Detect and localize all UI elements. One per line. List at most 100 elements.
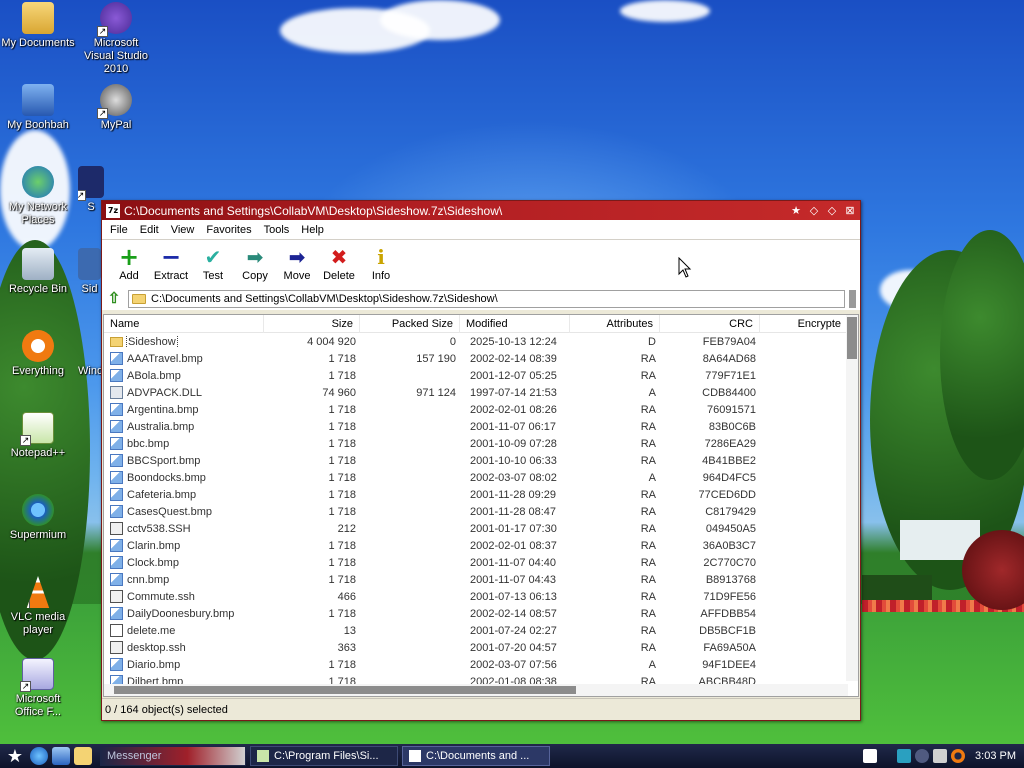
- table-row[interactable]: Boondocks.bmp 1 718 2002-03-07 08:02 A 964D4…: [104, 469, 858, 486]
- txt-file-icon: [110, 624, 123, 637]
- column-name[interactable]: Name: [104, 315, 264, 333]
- table-row[interactable]: cnn.bmp 1 718 2001-11-07 04:43 RA B8913768: [104, 571, 858, 588]
- table-row[interactable]: DailyDoonesbury.bmp 1 718 2002-02-14 08:57…: [104, 605, 858, 622]
- desktop-icon-supermium[interactable]: Supermium: [0, 494, 76, 542]
- info-icon: i: [377, 245, 385, 269]
- menu-file[interactable]: File: [104, 224, 134, 236]
- table-row[interactable]: ADVPACK.DLL 74 960 971 124 1997-07-14 21:53…: [104, 384, 858, 401]
- address-field[interactable]: C:\Documents and Settings\CollabVM\Deskt…: [128, 290, 845, 308]
- extract-button[interactable]: − Extract: [150, 245, 192, 282]
- cloud: [380, 0, 500, 40]
- column-modified[interactable]: Modified: [460, 315, 570, 333]
- table-row[interactable]: AAATravel.bmp 1 718 157 190 2002-02-14 08:3…: [104, 350, 858, 367]
- desktop-icon-mypal[interactable]: ↗ MyPal: [78, 84, 154, 132]
- add-button[interactable]: + Add: [108, 245, 150, 282]
- cell-name: delete.me: [104, 624, 264, 637]
- desktop-icon-notepadpp[interactable]: ↗ Notepad++: [0, 412, 76, 460]
- folder-icon[interactable]: [74, 747, 92, 765]
- search-icon[interactable]: [951, 749, 966, 763]
- table-row[interactable]: Australia.bmp 1 718 2001-11-07 06:17 RA 83B0…: [104, 418, 858, 435]
- search-icon: [22, 330, 54, 362]
- table-row[interactable]: Sideshow 4 004 920 0 2025-10-13 12:24 D FEB79…: [104, 333, 858, 350]
- help-icon[interactable]: [863, 749, 878, 763]
- close-icon[interactable]: ⊠: [842, 204, 858, 218]
- title-bar[interactable]: 7z C:\Documents and Settings\CollabVM\De…: [102, 201, 860, 220]
- cell-name: DailyDoonesbury.bmp: [104, 607, 264, 620]
- menu-tools[interactable]: Tools: [258, 224, 296, 236]
- task-7zip-window[interactable]: C:\Documents and ...: [402, 746, 550, 766]
- recycle-bin-icon: [22, 248, 54, 280]
- table-row[interactable]: BBCSport.bmp 1 718 2001-10-10 06:33 RA 4B41B…: [104, 452, 858, 469]
- maximize-icon[interactable]: ◇: [824, 204, 840, 218]
- column-crc[interactable]: CRC: [660, 315, 760, 333]
- table-row[interactable]: Diario.bmp 1 718 2002-03-07 07:56 A 94F1DEE4: [104, 656, 858, 673]
- vertical-scroll-thumb[interactable]: [847, 317, 857, 359]
- up-folder-icon[interactable]: ⇧: [106, 291, 122, 307]
- desktop-icon-network-places[interactable]: My Network Places: [0, 166, 76, 227]
- column-attributes[interactable]: Attributes: [570, 315, 660, 333]
- column-size[interactable]: Size: [264, 315, 360, 333]
- table-row[interactable]: bbc.bmp 1 718 2001-10-09 07:28 RA 7286EA29: [104, 435, 858, 452]
- file-name: ADVPACK.DLL: [127, 386, 202, 399]
- horizontal-scroll-thumb[interactable]: [114, 686, 576, 694]
- task-messenger[interactable]: Messenger: [100, 746, 246, 766]
- copy-button[interactable]: ➡ Copy: [234, 246, 276, 282]
- cell-crc: FEB79A04: [702, 335, 756, 348]
- desktop-icon-sid[interactable]: Sid: [78, 248, 101, 296]
- app-icon: ↗: [78, 166, 104, 201]
- menu-help[interactable]: Help: [295, 224, 330, 236]
- cell-size: 1 718: [328, 556, 356, 569]
- cable-icon[interactable]: [933, 749, 948, 763]
- table-row[interactable]: Clock.bmp 1 718 2001-11-07 04:40 RA 2C770C70: [104, 554, 858, 571]
- menu-view[interactable]: View: [165, 224, 201, 236]
- menu-edit[interactable]: Edit: [134, 224, 165, 236]
- bmp-file-icon: [110, 556, 123, 569]
- star-icon[interactable]: ★: [788, 204, 804, 218]
- cell-crc: 7286EA29: [704, 437, 756, 450]
- cell-size: 4 004 920: [307, 335, 356, 348]
- start-button[interactable]: ★: [0, 746, 30, 767]
- desktop-icon[interactable]: [52, 747, 70, 765]
- cell-attributes: RA: [640, 522, 656, 535]
- info-button[interactable]: i Info: [360, 246, 402, 282]
- table-row[interactable]: Argentina.bmp 1 718 2002-02-01 08:26 RA 7609…: [104, 401, 858, 418]
- move-button[interactable]: ➡ Move: [276, 246, 318, 282]
- sync-icon[interactable]: [915, 749, 930, 763]
- address-dropdown[interactable]: [849, 290, 856, 308]
- table-row[interactable]: Commute.ssh 466 2001-07-13 06:13 RA 71D9FE56: [104, 588, 858, 605]
- desktop-icon-my-boohbah[interactable]: My Boohbah: [0, 84, 76, 132]
- desktop-icon-visual-studio[interactable]: ↗ Microsoft Visual Studio 2010: [78, 2, 154, 76]
- table-row[interactable]: cctv538.SSH 212 2001-01-17 07:30 RA 049450A5: [104, 520, 858, 537]
- horizontal-scrollbar[interactable]: [104, 684, 848, 696]
- network-icon[interactable]: [897, 749, 912, 763]
- desktop-icon-everything[interactable]: Everything: [0, 330, 76, 378]
- table-row[interactable]: Clarin.bmp 1 718 2002-02-01 08:37 RA 36A0B3C…: [104, 537, 858, 554]
- vertical-scrollbar[interactable]: [846, 315, 858, 681]
- desktop-icon-recycle-bin[interactable]: Recycle Bin: [0, 248, 76, 296]
- column-packed-size[interactable]: Packed Size: [360, 315, 460, 333]
- table-row[interactable]: ABola.bmp 1 718 2001-12-07 05:25 RA 779F71E1: [104, 367, 858, 384]
- column-encrypted[interactable]: Encrypte: [760, 315, 848, 333]
- task-program-files[interactable]: C:\Program Files\Si...: [250, 746, 398, 766]
- test-button[interactable]: ✔ Test: [192, 246, 234, 282]
- cell-attributes: RA: [640, 420, 656, 433]
- cell-name: Commute.ssh: [104, 590, 264, 603]
- file-name: Sideshow: [126, 335, 178, 348]
- dll-file-icon: [110, 386, 123, 399]
- table-row[interactable]: desktop.ssh 363 2001-07-20 04:57 RA FA69A50A: [104, 639, 858, 656]
- ie-icon[interactable]: [30, 747, 48, 765]
- table-row[interactable]: delete.me 13 2001-07-24 02:27 RA DB5BCF1B: [104, 622, 858, 639]
- table-row[interactable]: CasesQuest.bmp 1 718 2001-11-28 08:47 RA C81…: [104, 503, 858, 520]
- menu-favorites[interactable]: Favorites: [200, 224, 257, 236]
- file-name: desktop.ssh: [127, 641, 186, 654]
- minimize-icon[interactable]: ◇: [806, 204, 822, 218]
- delete-button[interactable]: ✖ Delete: [318, 246, 360, 282]
- hedge: [862, 575, 932, 603]
- desktop-icon-office[interactable]: ↗ Microsoft Office F...: [0, 658, 76, 719]
- file-name: Clarin.bmp: [127, 539, 181, 552]
- bmp-file-icon: [110, 352, 123, 365]
- table-row[interactable]: Cafeteria.bmp 1 718 2001-11-28 09:29 RA 77CE…: [104, 486, 858, 503]
- desktop-icon-vlc[interactable]: ↗ VLC media player: [0, 576, 76, 637]
- desktop-icon-wind[interactable]: Wind: [78, 330, 101, 378]
- desktop-icon-my-documents[interactable]: My Documents: [0, 2, 76, 50]
